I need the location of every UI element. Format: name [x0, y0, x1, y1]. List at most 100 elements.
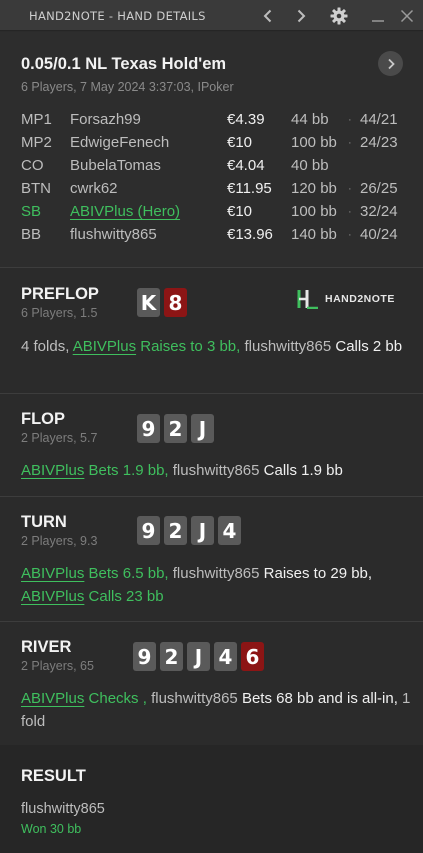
hand2note-logo: HAND2NOTE — [297, 289, 395, 309]
player-name[interactable]: EdwigeFenech — [70, 134, 169, 151]
card: 9 — [137, 414, 160, 443]
player-stack-bb: 100 bb — [291, 134, 337, 151]
player-stack: €4.39 — [227, 111, 265, 128]
street-subtitle: 6 Players, 1.5 — [21, 306, 98, 320]
game-subtitle: 6 Players, 7 May 2024 3:37:03, IPoker — [21, 80, 234, 94]
stat-separator: · — [348, 183, 352, 195]
chevron-left-icon[interactable] — [257, 5, 279, 27]
action-text: Calls 1.9 bb — [259, 462, 343, 479]
action-text: 4 folds, — [21, 338, 73, 355]
card: 2 — [164, 414, 187, 443]
player-stack-bb: 100 bb — [291, 203, 337, 220]
player-stack: €4.04 — [227, 157, 265, 174]
card: 9 — [133, 642, 156, 671]
player-row[interactable]: BTN cwrk62 €11.95 120 bb · 26/25 — [21, 180, 411, 203]
player-row[interactable]: MP1 Forsazh99 €4.39 44 bb · 44/21 — [21, 111, 411, 134]
action-text: Bets 1.9 bb, — [84, 462, 173, 479]
minimize-icon[interactable] — [367, 5, 389, 27]
preflop-section: PREFLOP 6 Players, 1.5 K 8 HAND2NOTE 4 f… — [0, 269, 423, 394]
player-stack-bb: 44 bb — [291, 111, 329, 128]
stat-separator: · — [348, 137, 352, 149]
result-section: RESULT flushwitty865 Won 30 bb — [0, 745, 423, 853]
player-name: flushwitty865 — [172, 565, 260, 582]
street-title: PREFLOP — [21, 285, 99, 303]
stat-separator: · — [348, 114, 352, 126]
player-stack-bb: 120 bb — [291, 180, 337, 197]
stat-separator: · — [348, 206, 352, 218]
player-stats: 44/21 — [360, 111, 398, 128]
card: J — [191, 414, 214, 443]
board-cards: 9 2 J — [137, 414, 214, 443]
turn-actions: ABIVPlus Bets 6.5 bb, flushwitty865 Rais… — [21, 562, 411, 608]
action-text: Raises to 3 bb, — [136, 338, 245, 355]
gear-icon[interactable] — [328, 5, 350, 27]
player-name[interactable]: cwrk62 — [70, 180, 118, 197]
action-text: Calls 2 bb — [331, 338, 403, 355]
card: 8 — [164, 288, 187, 317]
preflop-actions: 4 folds, ABIVPlus Raises to 3 bb, flushw… — [21, 335, 411, 358]
game-title: 0.05/0.1 NL Texas Hold'em — [21, 55, 227, 73]
winnings: Won 30 bb — [21, 822, 82, 836]
card: J — [187, 642, 210, 671]
action-text: Calls 23 bb — [84, 588, 164, 605]
player-name: flushwitty865 — [244, 338, 332, 355]
player-row[interactable]: MP2 EdwigeFenech €10 100 bb · 24/23 — [21, 134, 411, 157]
player-name[interactable]: Forsazh99 — [70, 111, 141, 128]
player-stack: €10 — [227, 203, 253, 220]
winner-name: flushwitty865 — [21, 801, 105, 817]
player-row[interactable]: CO BubelaTomas €4.04 40 bb — [21, 157, 411, 180]
card: 2 — [160, 642, 183, 671]
player-link[interactable]: ABIVPlus — [21, 690, 84, 707]
hand2note-logo-icon — [297, 290, 318, 309]
player-link[interactable]: ABIVPlus — [73, 338, 136, 355]
player-stats: 32/24 — [360, 203, 398, 220]
player-link[interactable]: ABIVPlus — [21, 588, 84, 605]
card: 4 — [218, 516, 241, 545]
player-stack: €10 — [227, 134, 253, 151]
river-actions: ABIVPlus Checks , flushwitty865 Bets 68 … — [21, 687, 411, 733]
player-position: SB — [21, 203, 42, 220]
action-text: Raises to 29 bb, — [259, 565, 373, 582]
player-name: flushwitty865 — [151, 690, 238, 707]
street-title: RIVER — [21, 638, 72, 656]
chevron-right-icon — [387, 58, 395, 69]
player-stack-bb: 40 bb — [291, 157, 329, 174]
window-title: HAND2NOTE - HAND DETAILS — [29, 9, 206, 23]
player-name: flushwitty865 — [172, 462, 260, 479]
player-stack-bb: 140 bb — [291, 226, 337, 243]
card: 4 — [214, 642, 237, 671]
stat-separator: · — [348, 229, 352, 241]
street-subtitle: 2 Players, 9.3 — [21, 534, 98, 548]
result-title: RESULT — [21, 767, 86, 785]
player-stack: €13.96 — [227, 226, 273, 243]
flop-actions: ABIVPlus Bets 1.9 bb, flushwitty865 Call… — [21, 459, 411, 482]
player-name[interactable]: BubelaTomas — [70, 157, 161, 174]
player-position: CO — [21, 157, 44, 174]
player-link[interactable]: ABIVPlus — [21, 565, 84, 582]
logo-text: HAND2NOTE — [325, 293, 395, 305]
player-stats: 40/24 — [360, 226, 398, 243]
player-name[interactable]: flushwitty865 — [70, 226, 157, 243]
action-text: Bets 68 bb and is all-in, — [237, 690, 403, 707]
close-icon[interactable] — [396, 5, 418, 27]
street-title: TURN — [21, 513, 67, 531]
board-cards: 9 2 J 4 6 — [133, 642, 264, 671]
player-name[interactable]: ABIVPlus (Hero) — [70, 203, 180, 220]
chevron-right-icon[interactable] — [290, 5, 312, 27]
title-bar: HAND2NOTE - HAND DETAILS — [0, 0, 423, 31]
player-stats: 24/23 — [360, 134, 398, 151]
player-stack: €11.95 — [227, 180, 272, 197]
player-position: MP1 — [21, 111, 52, 128]
street-subtitle: 2 Players, 65 — [21, 659, 94, 673]
action-text: Checks , — [84, 690, 152, 707]
player-row-hero[interactable]: SB ABIVPlus (Hero) €10 100 bb · 32/24 — [21, 203, 411, 226]
card: 2 — [164, 516, 187, 545]
player-stats: 26/25 — [360, 180, 398, 197]
flop-section: FLOP 2 Players, 5.7 9 2 J ABIVPlus Bets … — [0, 394, 423, 497]
player-row[interactable]: BB flushwitty865 €13.96 140 bb · 40/24 — [21, 226, 411, 249]
hand-header: 0.05/0.1 NL Texas Hold'em 6 Players, 7 M… — [0, 32, 423, 268]
player-link[interactable]: ABIVPlus — [21, 462, 84, 479]
player-position: BTN — [21, 180, 51, 197]
street-subtitle: 2 Players, 5.7 — [21, 431, 98, 445]
next-hand-button[interactable] — [378, 51, 403, 76]
